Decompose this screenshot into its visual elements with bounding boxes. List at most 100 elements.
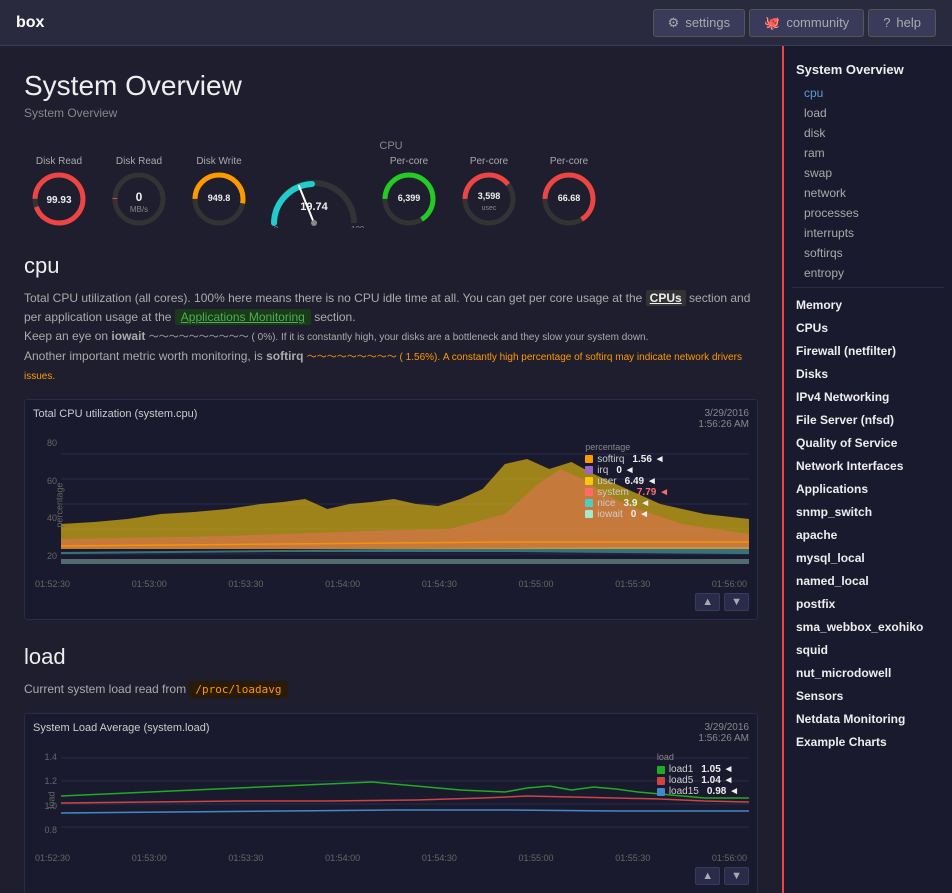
cpu-x-labels: 01:52:30 01:53:00 01:53:30 01:54:00 01:5… — [33, 579, 749, 589]
settings-link[interactable]: ⚙ settings — [653, 9, 745, 37]
gauge-2: Disk Read 0 MB/s — [104, 156, 174, 229]
sidebar-group-snmp[interactable]: snmp_switch — [784, 499, 952, 522]
cpu-chart-header: Total CPU utilization (system.cpu) 3/29/… — [33, 408, 749, 430]
cpu-chart-area: percentage — [61, 434, 749, 577]
cpu-chart-down[interactable]: ▼ — [724, 593, 749, 611]
sidebar-group-squid[interactable]: squid — [784, 637, 952, 660]
svg-text:100: 100 — [351, 225, 364, 228]
svg-text:949.8: 949.8 — [208, 193, 231, 203]
sidebar-group-apache[interactable]: apache — [784, 522, 952, 545]
legend-softirq: softirq1.56 ◄ — [585, 454, 669, 465]
sidebar-group-qos[interactable]: Quality of Service — [784, 430, 952, 453]
sidebar-group-ipv4[interactable]: IPv4 Networking — [784, 384, 952, 407]
legend-load1: load11.05 ◄ — [657, 764, 739, 775]
sidebar-item-cpu[interactable]: cpu — [784, 83, 952, 103]
sidebar-item-ram[interactable]: ram — [784, 143, 952, 163]
sidebar-group-netif[interactable]: Network Interfaces — [784, 453, 952, 476]
legend-load5: load51.04 ◄ — [657, 775, 739, 786]
svg-text:19.74: 19.74 — [300, 201, 328, 213]
cpu-chart-title: Total CPU utilization (system.cpu) — [33, 408, 197, 420]
load-chart-up[interactable]: ▲ — [695, 867, 720, 885]
gauge-5: Per-core 6,399 — [374, 156, 444, 229]
load-chart-area: load load — [61, 748, 749, 851]
legend-irq: irq0 ◄ — [585, 465, 669, 476]
sidebar-group-sma[interactable]: sma_webbox_exohiko — [784, 614, 952, 637]
svg-text:0: 0 — [136, 190, 143, 204]
nav-links: ⚙ settings 🐙 community ? help — [653, 9, 936, 37]
sidebar-group-named[interactable]: named_local — [784, 568, 952, 591]
sidebar-divider-1 — [792, 287, 944, 288]
legend-iowait: iowait0 ◄ — [585, 509, 669, 520]
sidebar-item-entropy[interactable]: entropy — [784, 263, 952, 283]
main-content: System Overview System Overview CPU Disk… — [0, 46, 782, 893]
sidebar-item-processes[interactable]: processes — [784, 203, 952, 223]
gauge-6: Per-core 3,598 usec — [454, 156, 524, 229]
cpu-gauges-row: Disk Read 99.93 Disk Read 0 MB/s — [24, 156, 758, 229]
cpu-section-title: cpu — [24, 253, 758, 279]
sidebar-item-interrupts[interactable]: interrupts — [784, 223, 952, 243]
svg-text:6,399: 6,399 — [398, 193, 421, 203]
gauge-6-svg: 3,598 usec — [459, 169, 519, 229]
legend-nice: nice3.9 ◄ — [585, 498, 669, 509]
load-chart-timestamp: 3/29/20161:56:26 AM — [698, 722, 749, 744]
app-monitoring-link[interactable]: Applications Monitoring — [175, 309, 311, 325]
cpu-chart-legend: percentage softirq1.56 ◄ irq0 ◄ user6.49… — [585, 442, 669, 520]
load-description: Current system load read from /proc/load… — [24, 680, 758, 699]
sidebar-group-nfsd[interactable]: File Server (nfsd) — [784, 407, 952, 430]
sidebar-group-memory[interactable]: Memory — [784, 292, 952, 315]
cpu-chart-timestamp: 3/29/20161:56:26 AM — [698, 408, 749, 430]
gauge-3: Disk Write 949.8 — [184, 156, 254, 229]
load-chart-down[interactable]: ▼ — [724, 867, 749, 885]
gauge-3-label: Disk Write — [196, 156, 241, 167]
gauge-1-svg: 99.93 — [29, 169, 89, 229]
sidebar-item-swap[interactable]: swap — [784, 163, 952, 183]
legend-load15: load150.98 ◄ — [657, 786, 739, 797]
sidebar-item-disk[interactable]: disk — [784, 123, 952, 143]
gauge-5-label: Per-core — [390, 156, 428, 167]
cpu-gauge-section-label: CPU — [24, 140, 758, 152]
sidebar-item-network[interactable]: network — [784, 183, 952, 203]
gauge-7: Per-core 66.68 — [534, 156, 604, 229]
sidebar-group-postfix[interactable]: postfix — [784, 591, 952, 614]
svg-text:99.93: 99.93 — [46, 195, 71, 206]
svg-text:66.68: 66.68 — [558, 193, 581, 203]
cpu-chart-controls: ▲ ▼ — [33, 593, 749, 611]
brand-logo: box — [16, 14, 653, 32]
gauge-6-label: Per-core — [470, 156, 508, 167]
top-navigation: box ⚙ settings 🐙 community ? help — [0, 0, 952, 46]
sidebar-group-cpus[interactable]: CPUs — [784, 315, 952, 338]
sidebar-group-applications[interactable]: Applications — [784, 476, 952, 499]
load-y-label: load — [47, 791, 57, 808]
sidebar-group-firewall[interactable]: Firewall (netfilter) — [784, 338, 952, 361]
sidebar-group-sensors[interactable]: Sensors — [784, 683, 952, 706]
page-title: System Overview — [24, 70, 758, 102]
svg-text:0: 0 — [274, 225, 279, 228]
load-x-labels: 01:52:30 01:53:00 01:53:30 01:54:00 01:5… — [33, 853, 749, 863]
community-link[interactable]: 🐙 community — [749, 9, 864, 37]
load-chart-controls: ▲ ▼ — [33, 867, 749, 885]
sidebar-group-netdata[interactable]: Netdata Monitoring — [784, 706, 952, 729]
gauge-3-svg: 949.8 — [189, 169, 249, 229]
sidebar-group-example[interactable]: Example Charts — [784, 729, 952, 752]
page-subtitle: System Overview — [24, 106, 758, 120]
tacho-svg: 0 100 19.74 — [264, 158, 364, 228]
sidebar-item-softirqs[interactable]: softirqs — [784, 243, 952, 263]
sidebar-group-nut[interactable]: nut_microdowell — [784, 660, 952, 683]
cpus-link[interactable]: CPUs — [646, 290, 686, 306]
gauge-7-label: Per-core — [550, 156, 588, 167]
gauge-5-svg: 6,399 — [379, 169, 439, 229]
legend-user: user6.49 ◄ — [585, 476, 669, 487]
loadavg-code: /proc/loadavg — [189, 681, 287, 698]
layout: System Overview System Overview CPU Disk… — [0, 46, 952, 893]
gauge-tacho: 0 100 19.74 — [264, 158, 364, 228]
load-chart-title: System Load Average (system.load) — [33, 722, 210, 734]
load-chart: System Load Average (system.load) 3/29/2… — [24, 713, 758, 893]
sidebar-main-title[interactable]: System Overview — [784, 56, 952, 83]
cpu-chart-up[interactable]: ▲ — [695, 593, 720, 611]
help-link[interactable]: ? help — [868, 9, 936, 37]
load-section-title: load — [24, 644, 758, 670]
sidebar-group-disks[interactable]: Disks — [784, 361, 952, 384]
sidebar-item-load[interactable]: load — [784, 103, 952, 123]
cpu-chart: Total CPU utilization (system.cpu) 3/29/… — [24, 399, 758, 620]
sidebar-group-mysql[interactable]: mysql_local — [784, 545, 952, 568]
